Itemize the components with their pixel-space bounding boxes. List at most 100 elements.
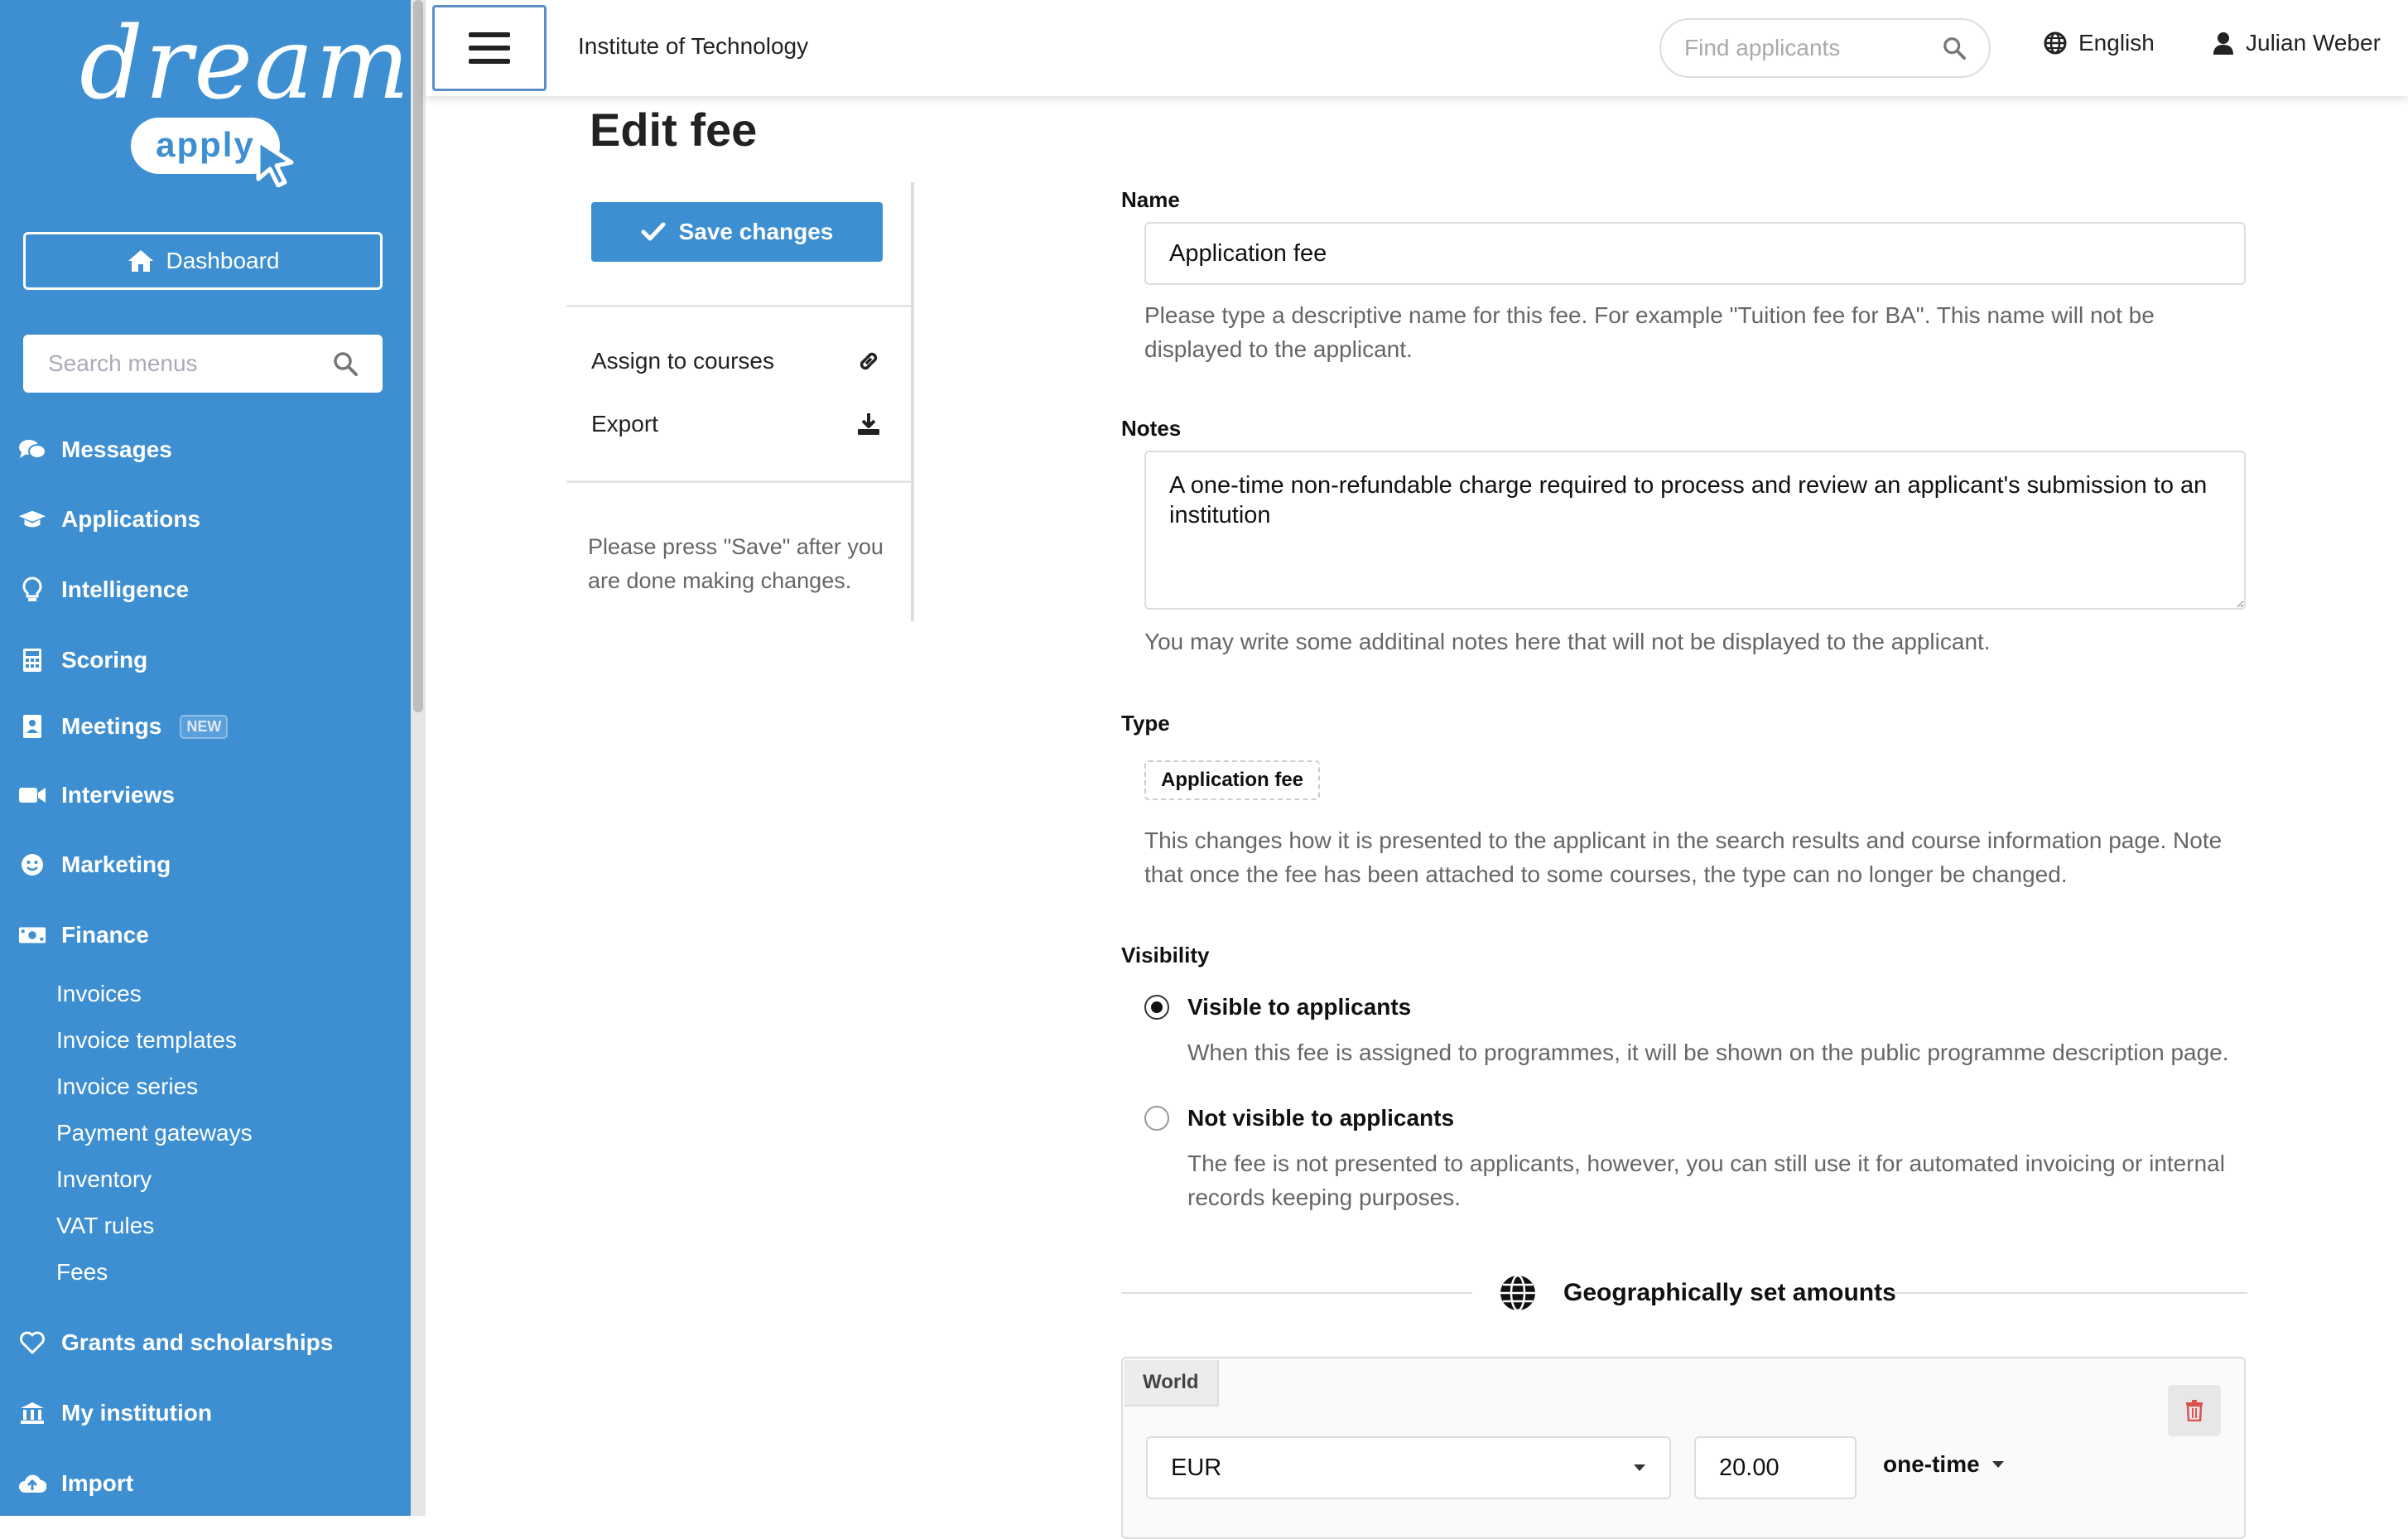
applicant-search-input[interactable] — [1684, 35, 1933, 61]
sidebar-item-finance[interactable]: Finance — [18, 914, 149, 956]
sidebar-item-label: Marketing — [61, 852, 171, 877]
sidebar-item-messages[interactable]: Messages — [18, 429, 172, 470]
sidebar-item-interviews[interactable]: Interviews — [18, 774, 175, 816]
currency-select[interactable]: EUR — [1146, 1436, 1671, 1499]
sidebar-item-intelligence[interactable]: Intelligence — [18, 569, 189, 610]
sidebar-scrollbar[interactable] — [411, 0, 426, 1516]
notes-help: You may write some additinal notes here … — [1144, 629, 1991, 654]
export-link[interactable]: Export — [591, 411, 881, 437]
dreamapply-logo[interactable]: dream apply — [79, 7, 412, 189]
notes-textarea[interactable]: A one-time non-refundable charge require… — [1144, 451, 2246, 610]
sidebar-item-scoring[interactable]: Scoring — [18, 639, 147, 681]
sidebar-item-label: My institution — [61, 1400, 212, 1426]
sidebar-item-my-institution[interactable]: My institution — [18, 1392, 212, 1434]
sidebar-subitem-vat-rules[interactable]: VAT rules — [56, 1209, 154, 1242]
currency-value: EUR — [1171, 1454, 1222, 1481]
divider — [566, 480, 911, 483]
sidebar-item-label: Interviews — [61, 782, 175, 808]
divider — [1121, 1292, 1472, 1294]
home-icon — [128, 250, 153, 272]
hidden-radio[interactable] — [1144, 1106, 1169, 1131]
save-changes-button[interactable]: Save changes — [591, 202, 883, 262]
sidebar-item-label: Scoring — [61, 647, 148, 673]
sidebar-subitem-fees[interactable]: Fees — [56, 1256, 108, 1289]
type-badge: Application fee — [1144, 760, 1321, 800]
cloud-upload-icon — [18, 1469, 46, 1498]
amount-input[interactable]: 20.00 — [1694, 1436, 1857, 1499]
assign-to-courses-link[interactable]: Assign to courses — [591, 348, 881, 374]
institution-name[interactable]: Institute of Technology — [578, 33, 808, 60]
lightbulb-icon — [18, 576, 46, 604]
video-camera-icon — [18, 781, 46, 809]
search-icon[interactable] — [1943, 36, 1966, 60]
link-icon — [860, 352, 878, 370]
heart-icon — [18, 1329, 46, 1357]
hidden-help: The fee is not presented to applicants, … — [1187, 1151, 2225, 1210]
sidebar-item-applications[interactable]: Applications — [18, 499, 200, 540]
menu-search[interactable] — [23, 335, 383, 393]
globe-icon — [2044, 31, 2067, 55]
visibility-option-hidden[interactable]: Not visible to applicants — [1144, 1105, 1454, 1131]
comments-icon — [18, 436, 46, 464]
search-icon[interactable] — [333, 351, 358, 376]
sidebar-scrollbar-thumb[interactable] — [413, 0, 423, 712]
sidebar-item-grants[interactable]: Grants and scholarships — [18, 1322, 333, 1363]
visibility-option-visible[interactable]: Visible to applicants — [1144, 994, 1411, 1020]
graduation-cap-icon — [18, 505, 46, 533]
language-selector[interactable]: English — [2044, 30, 2155, 56]
sidebar-item-label: Messages — [61, 437, 172, 462]
name-input[interactable] — [1144, 222, 2246, 285]
export-label: Export — [591, 411, 658, 437]
logo-wordmark: dream — [79, 7, 412, 122]
sidebar: dream apply Dashboard Messages Applicati… — [0, 0, 411, 1516]
divider — [566, 305, 911, 307]
frequency-value: one-time — [1883, 1451, 1980, 1477]
page-title: Edit fee — [590, 104, 758, 156]
save-reminder: Please press "Save" after you are done m… — [588, 534, 884, 593]
top-bar: Institute of Technology English Julian W… — [426, 0, 2408, 96]
sidebar-item-label: Finance — [61, 922, 149, 948]
divider — [1891, 1292, 2247, 1294]
name-help: Please type a descriptive name for this … — [1144, 302, 2155, 362]
dashboard-button[interactable]: Dashboard — [23, 232, 383, 290]
menu-search-input[interactable] — [48, 350, 330, 377]
sidebar-item-label: Applications — [61, 506, 201, 532]
hamburger-icon — [469, 32, 510, 64]
user-menu[interactable]: Julian Weber — [2213, 30, 2381, 56]
user-name: Julian Weber — [2246, 30, 2381, 55]
frequency-dropdown[interactable]: one-time — [1883, 1451, 2005, 1478]
delete-region-button[interactable] — [2168, 1385, 2221, 1436]
applicant-search[interactable] — [1659, 18, 1991, 78]
geo-amounts-label: Geographically set amounts — [1563, 1279, 1896, 1306]
sidebar-item-label: Intelligence — [61, 577, 190, 602]
download-icon — [858, 413, 879, 435]
sidebar-item-label: Grants and scholarships — [61, 1329, 334, 1355]
calculator-icon — [18, 646, 46, 674]
user-icon — [2213, 32, 2233, 55]
caret-down-icon — [1991, 1461, 2004, 1468]
trash-icon — [2186, 1400, 2203, 1421]
contact-card-icon — [18, 712, 46, 741]
sidebar-subitem-inventory[interactable]: Inventory — [56, 1163, 152, 1196]
action-panel: Save changes Assign to courses Export Pl… — [566, 182, 914, 621]
globe-icon — [1500, 1274, 1535, 1312]
assign-to-courses-label: Assign to courses — [591, 348, 774, 374]
menu-toggle-button[interactable] — [432, 5, 547, 91]
sidebar-subitem-invoices[interactable]: Invoices — [56, 977, 142, 1011]
sidebar-subitem-payment-gateways[interactable]: Payment gateways — [56, 1117, 253, 1150]
smiley-icon — [18, 851, 46, 879]
region-amount-card: World EUR 20.00 one-time — [1121, 1357, 2246, 1539]
sidebar-item-marketing[interactable]: Marketing — [18, 844, 171, 885]
sidebar-item-import[interactable]: Import — [18, 1463, 133, 1504]
sidebar-item-meetings[interactable]: Meetings NEW — [18, 706, 229, 747]
save-changes-label: Save changes — [678, 219, 834, 244]
checkmark-icon — [641, 222, 666, 241]
type-help: This changes how it is presented to the … — [1144, 827, 2223, 887]
sidebar-item-label: Import — [61, 1470, 134, 1496]
name-label: Name — [1121, 187, 1180, 212]
sidebar-subitem-invoice-templates[interactable]: Invoice templates — [56, 1024, 237, 1057]
visible-radio[interactable] — [1144, 995, 1169, 1020]
region-name: World — [1125, 1360, 1219, 1406]
sidebar-subitem-invoice-series[interactable]: Invoice series — [56, 1070, 198, 1103]
caret-down-icon — [1634, 1464, 1645, 1471]
